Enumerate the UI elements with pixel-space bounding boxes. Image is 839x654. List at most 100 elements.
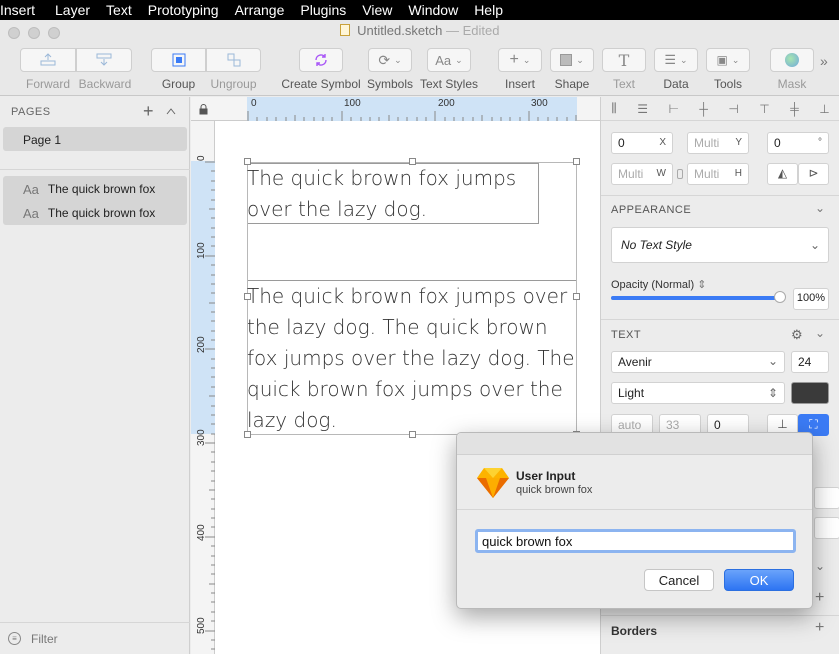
text-layer-icon: Aa (23, 181, 39, 197)
rotation-field[interactable]: 0 ° (767, 132, 829, 154)
text-styles-button[interactable]: Aa ⌄ (427, 48, 471, 72)
font-size-field[interactable]: 24 (791, 351, 829, 373)
data-button[interactable]: ☰ ⌄ (654, 48, 698, 72)
menu-prototyping[interactable]: Prototyping (148, 2, 219, 18)
ungroup-button[interactable] (206, 48, 261, 72)
menu-layer[interactable]: Layer (55, 2, 90, 18)
user-input-field[interactable] (475, 529, 796, 553)
font-family-select[interactable]: Avenir ⌄ (611, 351, 785, 373)
backward-label: Backward (78, 77, 132, 91)
text-layer-2[interactable]: The quick brown fox jumps over the lazy … (247, 281, 575, 436)
ungroup-icon (227, 53, 240, 67)
layer-row[interactable]: Aa The quick brown fox (23, 179, 155, 199)
vertical-ruler: 0 100 200 300 400 500 (191, 121, 215, 654)
hidden-field (814, 517, 839, 539)
align-left-icon[interactable]: ⊢ (668, 102, 678, 116)
w-value: Multi (618, 167, 644, 181)
mask-button[interactable] (770, 48, 814, 72)
backward-button[interactable] (76, 48, 132, 72)
flip-horizontal-button[interactable]: ◭ (767, 163, 798, 185)
text-tool-icon: T (618, 50, 630, 70)
add-page-icon[interactable]: + (143, 101, 154, 122)
layer-name: The quick brown fox (47, 182, 156, 196)
chevron-down-icon: ⌄ (809, 238, 820, 252)
plus-icon: + (509, 51, 519, 68)
appearance-collapse-icon[interactable]: ⌄ (815, 201, 825, 215)
flip-vertical-button[interactable]: ⊳ (798, 163, 829, 185)
text-style-select[interactable]: No Text Style ⌄ (611, 227, 829, 263)
font-weight-select[interactable]: Light ⇕ (611, 382, 785, 404)
x-position-field[interactable]: 0X (611, 132, 673, 154)
menu-arrange[interactable]: Arrange (235, 2, 285, 18)
gear-icon[interactable]: ⚙ (791, 327, 803, 343)
page-item-page-1[interactable]: Page 1 (3, 127, 187, 151)
align-center-icon[interactable]: ┼ (699, 102, 708, 116)
resize-handle[interactable] (573, 158, 580, 165)
menu-text[interactable]: Text (106, 2, 132, 18)
align-right-icon[interactable]: ⊣ (728, 102, 738, 116)
tools-button[interactable]: ▣ ⌄ (706, 48, 750, 72)
menu-insert[interactable]: Insert (0, 2, 35, 18)
add-fill-icon[interactable]: + (815, 589, 824, 607)
text-layer-icon: Aa (23, 205, 39, 221)
align-top-icon[interactable]: ⊤ (759, 102, 769, 116)
line-height-value: auto (618, 418, 642, 432)
toolbar-overflow-icon[interactable]: » (820, 53, 828, 69)
y-position-field[interactable]: Multi Y (687, 132, 749, 154)
opacity-label-text: Opacity (Normal) (611, 279, 695, 291)
dialog-divider (457, 509, 812, 510)
lock-ratio-icon[interactable] (677, 169, 683, 179)
opacity-field[interactable]: 100% (793, 288, 829, 310)
chevron-down-icon: ⌄ (576, 54, 584, 65)
layer-row[interactable]: Aa The quick brown fox (23, 203, 155, 223)
text-color-swatch[interactable] (791, 382, 829, 404)
chevron-down-icon: ⌄ (767, 354, 778, 368)
stepper-icon: ⇕ (767, 386, 778, 400)
menu-view[interactable]: View (362, 2, 392, 18)
fixed-size-icon: ⛶ (809, 417, 818, 431)
font-size-value: 24 (798, 355, 812, 369)
rotation-value: 0 (774, 136, 781, 150)
opacity-slider[interactable] (611, 291, 786, 303)
ok-button[interactable]: OK (724, 569, 794, 591)
shape-button[interactable]: ⌄ (550, 48, 594, 72)
backward-icon (96, 53, 112, 66)
width-field[interactable]: Multi W (611, 163, 673, 185)
hidden-field (814, 487, 839, 509)
h-value: Multi (694, 167, 720, 181)
insert-button[interactable]: + ⌄ (498, 48, 542, 72)
group-button[interactable] (151, 48, 206, 72)
pages-header: PAGES (11, 106, 51, 118)
align-bottom-icon[interactable]: ⊥ (819, 102, 829, 116)
dialog-header-bar (457, 433, 812, 455)
opacity-slider-fill (611, 296, 783, 300)
h-suffix: H (734, 168, 742, 179)
text-layer-1[interactable]: The quick brown fox jumps over the lazy … (247, 163, 516, 225)
distribute-vertical-icon[interactable]: ☰ (637, 102, 648, 116)
opacity-slider-knob[interactable] (774, 291, 786, 303)
height-field[interactable]: Multi H (687, 163, 749, 185)
filter-bar[interactable]: ≡ Filter (0, 622, 190, 654)
auto-height-icon: ⊥ (777, 417, 788, 431)
text-collapse-icon[interactable]: ⌄ (815, 326, 825, 340)
symbols-label: Symbols (366, 77, 413, 91)
mask-icon (785, 53, 799, 67)
menu-plugins[interactable]: Plugins (300, 2, 346, 18)
horizontal-ruler: 0 100 200 300 (191, 97, 600, 121)
collapse-icon[interactable]: ⌄ (815, 559, 825, 573)
filter-icon: ≡ (8, 632, 21, 645)
align-middle-icon[interactable]: ╪ (790, 102, 799, 116)
menu-help[interactable]: Help (474, 2, 503, 18)
chevron-down-icon: ⌄ (394, 54, 402, 65)
blend-mode-stepper-icon[interactable]: ⇕ (697, 279, 706, 291)
font-family-value: Avenir (618, 355, 652, 369)
add-border-icon[interactable]: + (815, 619, 824, 637)
distribute-horizontal-icon[interactable]: ⫼ (611, 101, 617, 116)
cancel-button[interactable]: Cancel (644, 569, 714, 591)
create-symbol-button[interactable] (299, 48, 343, 72)
symbols-button[interactable]: ⟳ ⌄ (368, 48, 412, 72)
text-tool-button[interactable]: T (602, 48, 646, 72)
forward-button[interactable] (20, 48, 76, 72)
menu-window[interactable]: Window (408, 2, 458, 18)
collapse-pages-icon[interactable] (166, 104, 176, 115)
